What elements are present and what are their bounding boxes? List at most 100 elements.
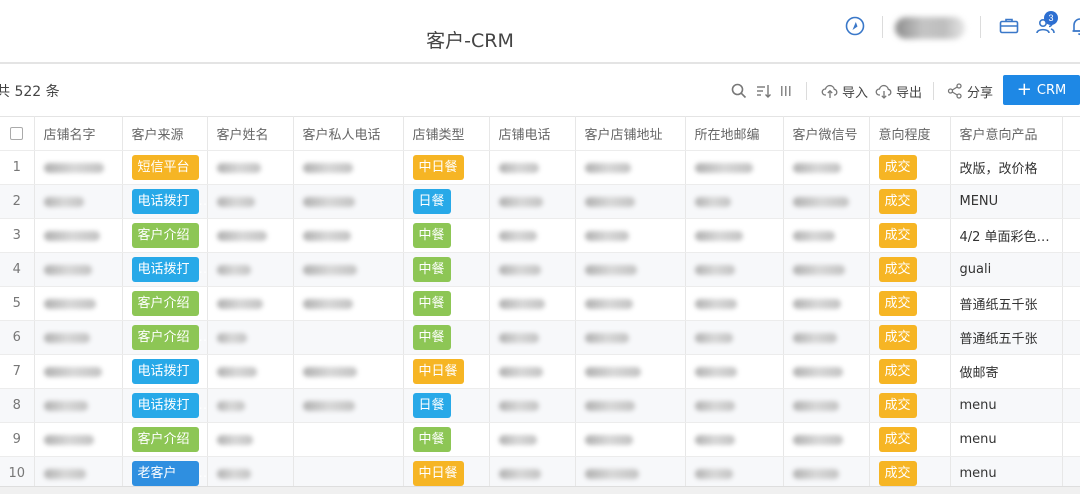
intent-cell[interactable]: 成交 bbox=[869, 320, 951, 355]
intent-cell[interactable]: 成交 bbox=[869, 354, 951, 389]
user-avatar[interactable] bbox=[895, 17, 965, 39]
shop-address-cell[interactable] bbox=[575, 218, 686, 253]
shop-phone-cell[interactable] bbox=[489, 422, 576, 457]
product-cell[interactable]: 普通纸五千张 bbox=[950, 286, 1063, 321]
wechat-cell[interactable] bbox=[783, 150, 870, 185]
customer-name-cell[interactable] bbox=[207, 184, 294, 219]
import-button[interactable]: 导入 bbox=[821, 80, 868, 102]
customer-name-cell[interactable] bbox=[207, 388, 294, 423]
product-cell[interactable]: 普通纸五千张 bbox=[950, 320, 1063, 355]
product-cell[interactable]: menu bbox=[950, 388, 1063, 423]
customer-name-cell[interactable] bbox=[207, 218, 294, 253]
shop-phone-cell[interactable] bbox=[489, 320, 576, 355]
shop-address-cell[interactable] bbox=[575, 184, 686, 219]
intent-cell[interactable]: 成交 bbox=[869, 286, 951, 321]
column-header[interactable]: 客户来源 bbox=[122, 116, 208, 151]
source-cell[interactable]: 电话拨打 bbox=[122, 388, 208, 423]
intent-cell[interactable]: 成交 bbox=[869, 252, 951, 287]
column-header[interactable]: 客户姓名 bbox=[207, 116, 294, 151]
wechat-cell[interactable] bbox=[783, 320, 870, 355]
source-cell[interactable]: 短信平台 bbox=[122, 150, 208, 185]
shop-name-cell[interactable] bbox=[34, 150, 123, 185]
shop-type-cell[interactable]: 日餐 bbox=[403, 388, 490, 423]
wechat-cell[interactable] bbox=[783, 422, 870, 457]
private-phone-cell[interactable] bbox=[293, 184, 404, 219]
column-header[interactable]: 客户私人电话 bbox=[293, 116, 404, 151]
product-cell[interactable]: 改版，改价格 bbox=[950, 150, 1063, 185]
table-row[interactable]: 1 短信平台 中日餐 成交 改版，改价格 bbox=[0, 150, 1080, 185]
postcode-cell[interactable] bbox=[685, 184, 784, 219]
table-row[interactable]: 4 电话拨打 中餐 成交 guali bbox=[0, 252, 1080, 287]
table-row[interactable]: 6 客户介绍 中餐 成交 普通纸五千张 bbox=[0, 320, 1080, 355]
shop-name-cell[interactable] bbox=[34, 388, 123, 423]
column-header[interactable]: 店铺类型 bbox=[403, 116, 490, 151]
table-row[interactable]: 9 客户介绍 中餐 成交 menu bbox=[0, 422, 1080, 457]
column-header[interactable]: 店铺名字 bbox=[34, 116, 123, 151]
horizontal-scrollbar[interactable] bbox=[0, 486, 1080, 494]
wechat-cell[interactable] bbox=[783, 354, 870, 389]
intent-cell[interactable]: 成交 bbox=[869, 388, 951, 423]
source-cell[interactable]: 电话拨打 bbox=[122, 354, 208, 389]
postcode-cell[interactable] bbox=[685, 354, 784, 389]
private-phone-cell[interactable] bbox=[293, 388, 404, 423]
product-cell[interactable]: 4/2 单面彩色菜单 bbox=[950, 218, 1063, 253]
share-button[interactable]: 分享 bbox=[946, 80, 993, 102]
column-settings-button[interactable] bbox=[779, 80, 793, 102]
wechat-cell[interactable] bbox=[783, 286, 870, 321]
private-phone-cell[interactable] bbox=[293, 422, 404, 457]
shop-name-cell[interactable] bbox=[34, 286, 123, 321]
postcode-cell[interactable] bbox=[685, 252, 784, 287]
intent-cell[interactable]: 成交 bbox=[869, 150, 951, 185]
select-all-checkbox[interactable] bbox=[10, 127, 24, 140]
column-header[interactable]: 所在地邮编 bbox=[685, 116, 784, 151]
source-cell[interactable]: 电话拨打 bbox=[122, 184, 208, 219]
shop-type-cell[interactable]: 日餐 bbox=[403, 184, 490, 219]
shop-phone-cell[interactable] bbox=[489, 150, 576, 185]
customer-name-cell[interactable] bbox=[207, 150, 294, 185]
private-phone-cell[interactable] bbox=[293, 354, 404, 389]
intent-cell[interactable]: 成交 bbox=[869, 184, 951, 219]
shop-phone-cell[interactable] bbox=[489, 252, 576, 287]
postcode-cell[interactable] bbox=[685, 422, 784, 457]
table-row[interactable]: 2 电话拨打 日餐 成交 MENU bbox=[0, 184, 1080, 219]
shop-name-cell[interactable] bbox=[34, 252, 123, 287]
shop-name-cell[interactable] bbox=[34, 320, 123, 355]
postcode-cell[interactable] bbox=[685, 150, 784, 185]
postcode-cell[interactable] bbox=[685, 218, 784, 253]
postcode-cell[interactable] bbox=[685, 286, 784, 321]
wechat-cell[interactable] bbox=[783, 218, 870, 253]
wechat-cell[interactable] bbox=[783, 388, 870, 423]
product-cell[interactable]: 做邮寄 bbox=[950, 354, 1063, 389]
shop-type-cell[interactable]: 中餐 bbox=[403, 422, 490, 457]
table-row[interactable]: 5 客户介绍 中餐 成交 普通纸五千张 bbox=[0, 286, 1080, 321]
export-button[interactable]: 导出 bbox=[875, 80, 922, 102]
table-row[interactable]: 8 电话拨打 日餐 成交 menu bbox=[0, 388, 1080, 423]
private-phone-cell[interactable] bbox=[293, 252, 404, 287]
customer-name-cell[interactable] bbox=[207, 422, 294, 457]
shop-type-cell[interactable]: 中日餐 bbox=[403, 150, 490, 185]
customer-name-cell[interactable] bbox=[207, 252, 294, 287]
shop-phone-cell[interactable] bbox=[489, 218, 576, 253]
shop-address-cell[interactable] bbox=[575, 320, 686, 355]
shop-phone-cell[interactable] bbox=[489, 388, 576, 423]
table-row[interactable]: 3 客户介绍 中餐 成交 4/2 单面彩色菜单 bbox=[0, 218, 1080, 253]
column-header[interactable]: 客户微信号 bbox=[783, 116, 870, 151]
shop-address-cell[interactable] bbox=[575, 252, 686, 287]
private-phone-cell[interactable] bbox=[293, 150, 404, 185]
postcode-cell[interactable] bbox=[685, 388, 784, 423]
product-cell[interactable]: guali bbox=[950, 252, 1063, 287]
product-cell[interactable]: menu bbox=[950, 422, 1063, 457]
shop-address-cell[interactable] bbox=[575, 150, 686, 185]
shop-phone-cell[interactable] bbox=[489, 184, 576, 219]
shop-address-cell[interactable] bbox=[575, 422, 686, 457]
column-header[interactable]: 客户店铺地址 bbox=[575, 116, 686, 151]
customer-name-cell[interactable] bbox=[207, 286, 294, 321]
source-cell[interactable]: 客户介绍 bbox=[122, 422, 208, 457]
source-cell[interactable]: 客户介绍 bbox=[122, 218, 208, 253]
search-button[interactable] bbox=[730, 80, 748, 102]
intent-cell[interactable]: 成交 bbox=[869, 218, 951, 253]
shop-name-cell[interactable] bbox=[34, 218, 123, 253]
shop-phone-cell[interactable] bbox=[489, 354, 576, 389]
shop-address-cell[interactable] bbox=[575, 388, 686, 423]
shop-type-cell[interactable]: 中餐 bbox=[403, 252, 490, 287]
